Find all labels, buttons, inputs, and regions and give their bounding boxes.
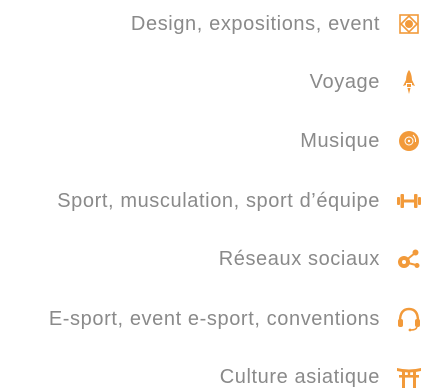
item-label-esport: E-sport, event e-sport, conventions [48,307,380,330]
list-item: Sport, musculation, sport d’équipe [0,186,438,216]
torii-gate-icon [396,364,422,390]
list-item: Voyage [0,67,438,97]
list-item: E-sport, event e-sport, conventions [0,304,438,334]
item-label-sport: Sport, musculation, sport d’équipe [57,189,380,212]
item-label-musique: Musique [300,129,380,152]
list-item: Réseaux sociaux [0,244,438,274]
diamond-target-icon [396,11,422,37]
item-label-design: Design, expositions, event [130,12,380,35]
headset-icon [396,306,422,332]
list-item: Design, expositions, event [0,9,438,39]
item-label-voyage: Voyage [309,70,380,93]
interest-list: Design, expositions, event Voyage Musiqu… [0,0,438,391]
share-icon [396,246,422,272]
rocket-icon [396,69,422,95]
dumbbell-icon [396,188,422,214]
list-item: Musique [0,126,438,156]
vinyl-record-icon [396,128,422,154]
item-label-reseaux: Réseaux sociaux [218,247,380,270]
list-item: Culture asiatique [0,362,438,391]
item-label-culture: Culture asiatique [219,365,380,388]
